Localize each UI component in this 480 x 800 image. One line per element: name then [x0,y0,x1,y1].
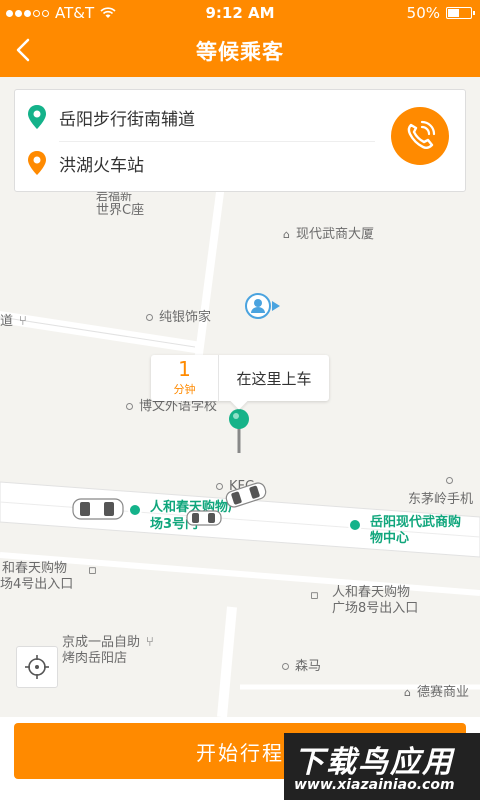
car-icon [186,510,222,526]
battery-percent: 50% [406,4,440,22]
locate-button[interactable] [16,646,58,688]
eta-unit: 分钟 [173,383,196,396]
pickup-hint: 在这里上车 [236,369,312,388]
call-button[interactable] [391,107,449,165]
end-pin-icon [28,151,46,175]
poi-renhe4-b[interactable]: 场4号出入口 [0,573,73,592]
poi-dot-marker [446,473,459,488]
shop-icon: ▫ [88,563,97,578]
restaurant-icon: ⑂ [19,314,27,329]
start-address-text: 岳阳步行街南辅道 [59,109,195,130]
poi-icon [216,483,223,490]
start-address[interactable]: 岳阳步行街南辅道 [27,104,195,130]
poi-dongmao[interactable]: 东茅岭手机 [408,488,473,507]
poi-icon [126,403,133,410]
start-pin-icon [28,105,46,129]
restaurant-icon: ⑂ [146,635,154,650]
poi-desai[interactable]: ⌂ 德赛商业 [404,681,469,700]
pickup-pin-icon [229,409,249,453]
poi-senma[interactable]: 森马 [282,655,321,674]
phone-icon [407,120,436,150]
watermark-logo: 下载鸟应用 www.xiazainiao.com [284,733,480,800]
green-poi-icon [348,518,362,532]
page-title: 等候乘客 [196,40,284,64]
poi-renhe8-b[interactable]: 广场8号出入口 [332,597,418,616]
header: AT&T 9:12 AM 50% 等候乘客 [0,0,480,77]
eta-minutes: 1 [178,357,191,381]
eta: 1 分钟 [151,355,219,401]
end-address[interactable]: 洪湖火车站 [27,150,144,176]
address-card: 岳阳步行街南辅道 洪湖火车站 [14,89,466,192]
end-address-text: 洪湖火车站 [59,155,144,176]
shop-icon: ▫ [310,588,319,603]
watermark-url: www.xiazainiao.com [294,777,455,793]
poi-jingcheng-b[interactable]: 烤肉岳阳店 [62,647,127,666]
divider [59,141,375,142]
poi-icon [446,477,453,484]
battery-icon [446,7,475,19]
poi-icon [146,314,153,321]
pickup-bubble: 1 分钟 在这里上车 [151,355,329,401]
car-icon [72,498,124,520]
watermark-title: 下载鸟应用 [294,745,454,780]
crosshair-icon [25,655,49,679]
status-bar: AT&T 9:12 AM 50% [0,0,480,24]
green-poi-icon [128,503,142,517]
building-icon: ⌂ [283,228,290,241]
driver-location-icon [245,293,280,319]
nav-bar: 等候乘客 [0,24,480,77]
poi-shiji: 世界C座 [96,203,145,218]
building-icon: ⌂ [404,686,411,699]
poi-icon [282,663,289,670]
poi-xiandai[interactable]: ⌂ 现代武商大厦 [283,223,374,242]
poi-chunyin[interactable]: 纯银饰家 [146,306,211,325]
poi-yueyang-b[interactable]: 物中心 [370,527,409,546]
poi-dao[interactable]: 道 ⑂ [0,310,27,329]
